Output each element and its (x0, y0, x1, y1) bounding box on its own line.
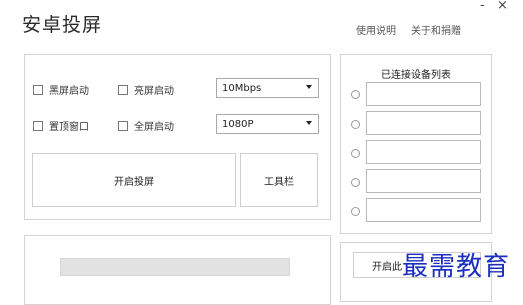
fullscreen-start-label: 全屏启动 (134, 122, 174, 133)
bright-screen-start-checkbox[interactable]: 亮屏启动 (118, 82, 174, 97)
device-radio-5[interactable] (351, 207, 360, 216)
device-radio-1[interactable] (351, 90, 360, 99)
app-title: 安卓投屏 (22, 14, 103, 36)
device-radio-3[interactable] (351, 149, 360, 158)
bottom-start-label: 开启此 (372, 261, 402, 273)
progress-bar (60, 258, 290, 276)
device-slot-3[interactable] (366, 140, 481, 164)
fullscreen-start-checkbox[interactable]: 全屏启动 (118, 118, 174, 133)
toolbar-button[interactable]: 工具栏 (240, 153, 318, 207)
device-radio-4[interactable] (351, 178, 360, 187)
black-screen-start-checkbox[interactable]: 黑屏启动 (33, 82, 89, 97)
black-screen-start-label: 黑屏启动 (49, 86, 89, 97)
device-slot-2[interactable] (366, 111, 481, 135)
dropdown-arrow-icon (306, 85, 312, 89)
resolution-value: 1080P (222, 118, 254, 130)
device-slot-1[interactable] (366, 82, 481, 106)
always-on-top-checkbox[interactable]: 置顶窗口 (33, 118, 89, 133)
device-slot-5[interactable] (366, 198, 481, 222)
checkbox-box[interactable] (118, 120, 128, 131)
about-donate-link[interactable]: 关于和捐赠 (411, 22, 461, 37)
device-slot-4[interactable] (366, 169, 481, 193)
close-button[interactable]: × (497, 0, 508, 13)
always-on-top-label: 置顶窗口 (49, 122, 89, 133)
checkbox-box[interactable] (33, 84, 43, 95)
help-link[interactable]: 使用说明 (356, 22, 396, 37)
resolution-select[interactable]: 1080P (216, 114, 319, 134)
dropdown-arrow-icon (306, 121, 312, 125)
minimize-button[interactable]: - (480, 0, 485, 13)
checkbox-box[interactable] (33, 120, 43, 131)
start-mirror-button[interactable]: 开启投屏 (32, 153, 236, 207)
device-list-heading: 已连接设备列表 (381, 70, 451, 81)
bright-screen-start-label: 亮屏启动 (134, 86, 174, 97)
device-radio-2[interactable] (351, 120, 360, 129)
watermark-logo: 最需教育 (402, 252, 511, 282)
checkbox-box[interactable] (118, 84, 128, 95)
bitrate-select[interactable]: 10Mbps (216, 78, 319, 98)
bitrate-value: 10Mbps (222, 82, 262, 94)
